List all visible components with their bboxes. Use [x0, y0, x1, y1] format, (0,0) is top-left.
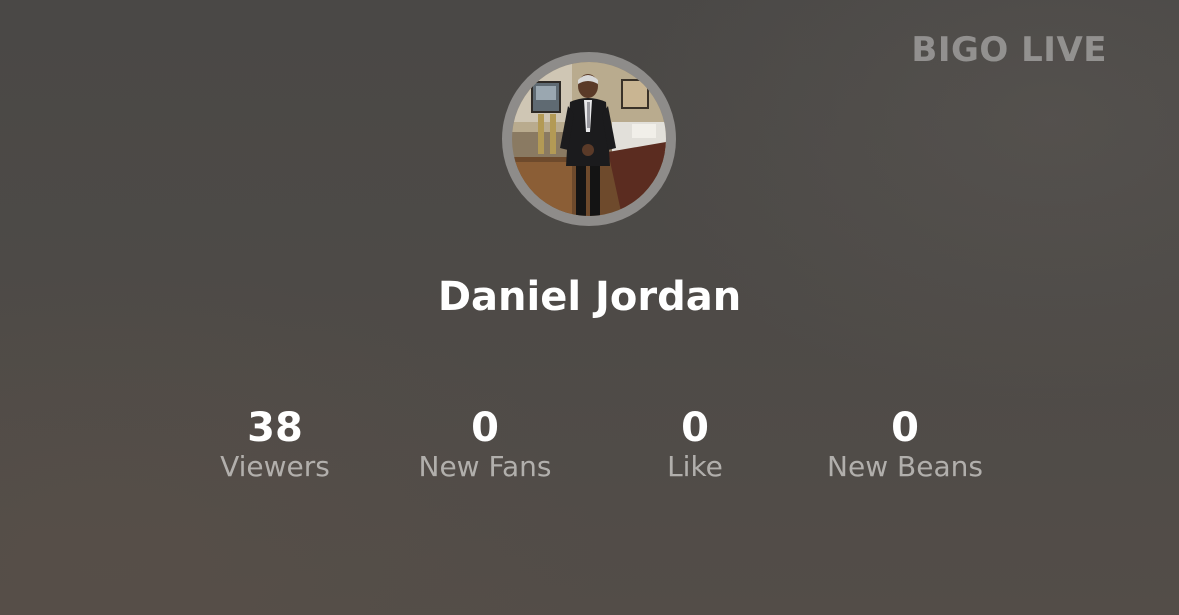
stat-value: 0: [471, 405, 499, 451]
stat-value: 0: [891, 405, 919, 451]
bigo-live-logo: BIGO LIVE: [911, 30, 1107, 70]
avatar-photo: [512, 62, 666, 216]
stat-new-fans: 0 New Fans: [375, 404, 595, 482]
stat-viewers: 38 Viewers: [165, 404, 385, 482]
stat-new-beans: 0 New Beans: [795, 404, 1015, 482]
live-stats: 38 Viewers 0 New Fans 0 Like 0 New Beans: [0, 404, 1179, 494]
stat-label: Viewers: [220, 450, 330, 483]
stat-like: 0 Like: [585, 404, 805, 482]
avatar: [502, 52, 676, 226]
stat-value: 0: [681, 405, 709, 451]
stat-label: Like: [667, 450, 723, 483]
stat-label: New Fans: [418, 450, 552, 483]
stat-label: New Beans: [827, 450, 983, 483]
stat-value: 38: [247, 405, 303, 451]
broadcaster-name: Daniel Jordan: [437, 274, 742, 320]
